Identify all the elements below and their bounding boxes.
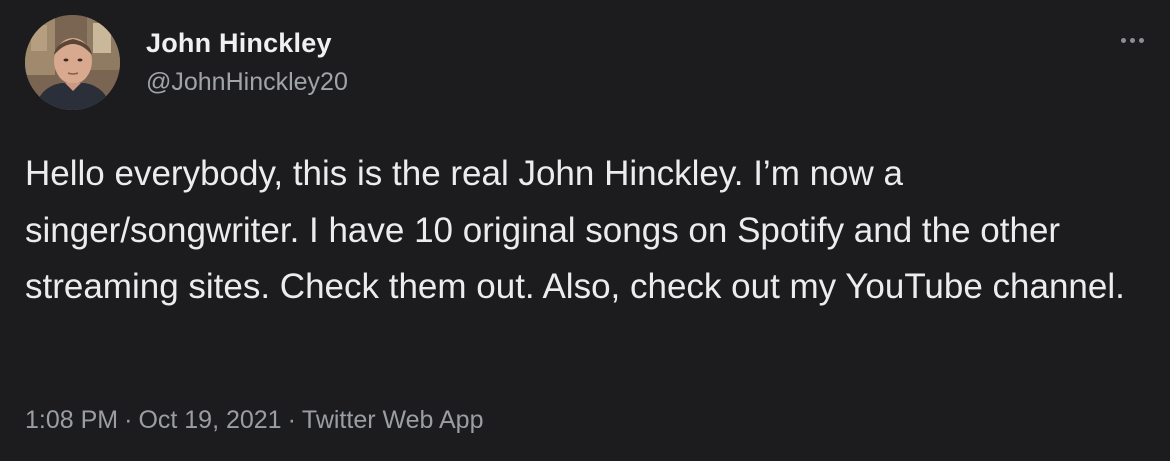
tweet-date[interactable]: Oct 19, 2021 [138,406,281,434]
tweet-card: John Hinckley @JohnHinckley20 Hello ever… [0,0,1170,461]
avatar[interactable] [25,15,120,110]
tweet-source[interactable]: Twitter Web App [302,406,484,434]
more-horizontal-icon [1138,37,1144,43]
author-display-name[interactable]: John Hinckley [146,26,348,60]
tweet-metadata: 1:08 PM · Oct 19, 2021 · Twitter Web App [25,403,484,437]
more-horizontal-icon [1129,37,1135,43]
meta-separator: · [124,406,133,434]
more-horizontal-icon [1120,37,1126,43]
author-info: John Hinckley @JohnHinckley20 [146,26,348,99]
tweet-text: Hello everybody, this is the real John H… [25,154,1125,306]
meta-separator: · [287,406,296,434]
author-handle[interactable]: @JohnHinckley20 [146,65,348,99]
user-avatar-icon [25,15,120,110]
tweet-time[interactable]: 1:08 PM [25,406,118,434]
more-options-button[interactable] [1112,28,1152,52]
